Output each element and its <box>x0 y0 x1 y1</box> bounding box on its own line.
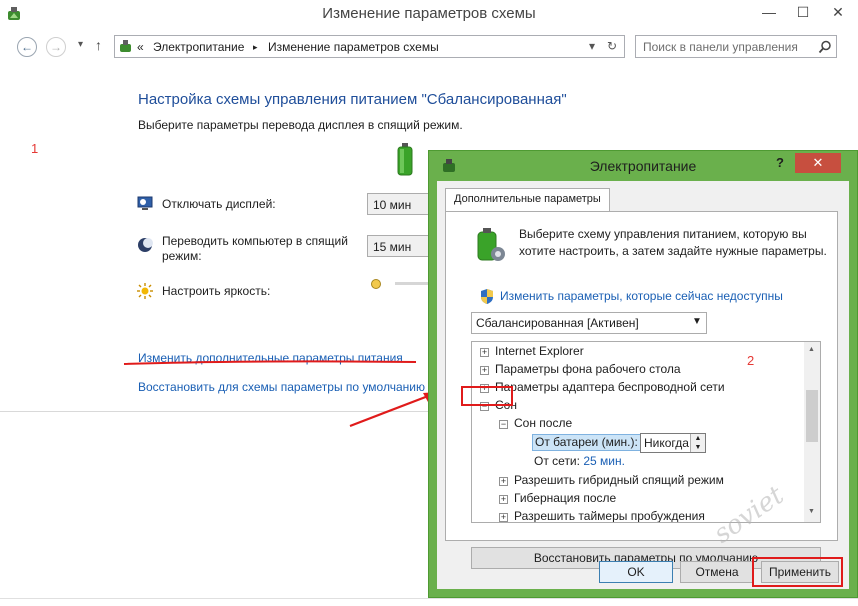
battery-settings-icon <box>477 228 505 261</box>
address-dropdown-icon[interactable]: ▾ <box>589 39 595 53</box>
change-unavailable-settings-link[interactable]: Изменить параметры, которые сейчас недос… <box>500 289 783 303</box>
tree-item-wireless-adapter[interactable]: + Параметры адаптера беспроводной сети <box>480 380 725 398</box>
minimize-button[interactable]: — <box>752 0 786 24</box>
scroll-down-icon[interactable]: ▼ <box>808 508 815 515</box>
on-battery-value: Никогда <box>644 436 689 450</box>
ok-button[interactable]: OK <box>599 561 673 583</box>
brightness-label: Настроить яркость: <box>162 284 271 298</box>
tree-item-label: Internet Explorer <box>495 344 584 358</box>
tree-item-label: Параметры фона рабочего стола <box>495 362 681 376</box>
dialog-title: Электропитание <box>589 158 697 174</box>
up-button[interactable]: ↑ <box>95 37 102 53</box>
on-battery-label: От батареи (мин.): <box>535 435 638 449</box>
tree-item-label: Разрешить гибридный спящий режим <box>514 473 724 487</box>
cancel-button[interactable]: Отмена <box>680 561 754 583</box>
breadcrumb-prefix: « <box>137 40 144 54</box>
brightness-sun-icon <box>137 283 153 299</box>
close-button[interactable]: ✕ <box>820 0 856 24</box>
on-ac-value-link[interactable]: 25 мин. <box>583 454 625 468</box>
maximize-button[interactable]: ☐ <box>786 0 820 24</box>
tree-scrollbar[interactable]: ▲ ▼ <box>804 342 820 522</box>
bottom-edge <box>0 598 858 606</box>
scrollbar-thumb[interactable] <box>806 390 818 442</box>
tree-item-hibernate[interactable]: + Гибернация после <box>499 491 616 509</box>
tree-item-label: Разрешить таймеры пробуждения <box>514 509 705 523</box>
power-options-dialog: Электропитание ? ✕ Дополнительные параме… <box>428 150 858 598</box>
battery-icon <box>397 143 413 176</box>
breadcrumb-power[interactable]: Электропитание <box>153 40 244 54</box>
annotation-arrow <box>123 360 438 428</box>
tree-item-hybrid-sleep[interactable]: + Разрешить гибридный спящий режим <box>499 473 724 491</box>
tree-item-sleep-after[interactable]: − Сон после <box>499 416 572 434</box>
address-bar[interactable]: « Электропитание ▸ Изменение параметров … <box>114 35 625 58</box>
tree-item-wake-timers[interactable]: + Разрешить таймеры пробуждения <box>499 509 705 523</box>
tree-item-label: Гибернация после <box>514 491 617 505</box>
shield-icon <box>481 289 493 304</box>
brightness-slider[interactable] <box>369 277 429 291</box>
expand-icon[interactable]: + <box>480 366 489 375</box>
dialog-description: Выберите схему управления питанием, кото… <box>519 227 827 258</box>
tree-item-label: Параметры адаптера беспроводной сети <box>495 380 725 394</box>
dialog-body: Дополнительные параметры Выберите схему … <box>437 181 849 589</box>
on-ac-setting[interactable]: От сети: 25 мин. <box>534 454 625 472</box>
page-title: Настройка схемы управления питанием "Сба… <box>138 91 567 108</box>
forward-button[interactable]: → <box>46 37 66 57</box>
window-title: Изменение параметров схемы <box>322 5 536 22</box>
breadcrumb-edit-plan[interactable]: Изменение параметров схемы <box>268 40 439 54</box>
page-subtitle: Выберите параметры перевода дисплея в сп… <box>138 118 463 132</box>
refresh-icon[interactable]: ↻ <box>607 39 617 53</box>
history-dropdown-icon[interactable]: ▾ <box>78 39 83 50</box>
search-icon[interactable] <box>818 40 832 54</box>
annotation-number-2: 2 <box>747 353 755 368</box>
sleep-select[interactable]: 15 мин <box>367 235 431 257</box>
on-battery-setting[interactable]: От батареи (мин.): <box>532 434 641 451</box>
annotation-box-sleep <box>461 386 513 406</box>
control-panel-icon <box>120 40 131 52</box>
dialog-close-button[interactable]: ✕ <box>795 153 841 173</box>
expand-icon[interactable]: + <box>499 477 508 486</box>
annotation-number-1: 1 <box>31 141 39 156</box>
screen: Изменение параметров схемы — ☐ ✕ ← → ▾ ↑… <box>0 0 858 606</box>
annotation-box-apply <box>752 557 843 587</box>
scroll-up-icon[interactable]: ▲ <box>808 346 815 353</box>
display-icon <box>137 196 153 210</box>
dialog-title-bar: Электропитание ? ✕ <box>429 151 857 181</box>
expand-icon[interactable]: + <box>499 513 508 522</box>
sleep-moon-icon <box>138 238 153 252</box>
breadcrumb-separator[interactable]: ▸ <box>253 42 258 53</box>
expand-icon[interactable]: + <box>480 348 489 357</box>
spinner-arrows-icon[interactable]: ▲ ▼ <box>690 434 705 452</box>
help-button[interactable]: ? <box>776 155 784 170</box>
on-ac-label: От сети: <box>534 454 580 468</box>
expand-icon[interactable]: + <box>499 495 508 504</box>
power-scheme-select[interactable]: Сбалансированная [Активен] ▼ <box>471 312 707 334</box>
back-button[interactable]: ← <box>17 37 37 57</box>
chevron-down-icon: ▼ <box>692 316 702 327</box>
tree-item-internet-explorer[interactable]: + Internet Explorer <box>480 344 584 362</box>
window-title-bar: Изменение параметров схемы — ☐ ✕ <box>0 0 858 30</box>
tree-item-label: Сон после <box>514 416 573 430</box>
search-input[interactable] <box>643 37 813 56</box>
search-box[interactable] <box>635 35 837 58</box>
turn-off-display-select[interactable]: 10 мин <box>367 193 431 215</box>
power-scheme-value: Сбалансированная [Активен] <box>476 316 639 330</box>
sleep-label: Переводить компьютер в спящий режим: <box>162 234 348 263</box>
turn-off-display-label: Отключать дисплей: <box>162 197 276 211</box>
tree-item-desktop-background[interactable]: + Параметры фона рабочего стола <box>480 362 681 380</box>
collapse-icon[interactable]: − <box>499 420 508 429</box>
tab-advanced-settings[interactable]: Дополнительные параметры <box>445 188 610 212</box>
